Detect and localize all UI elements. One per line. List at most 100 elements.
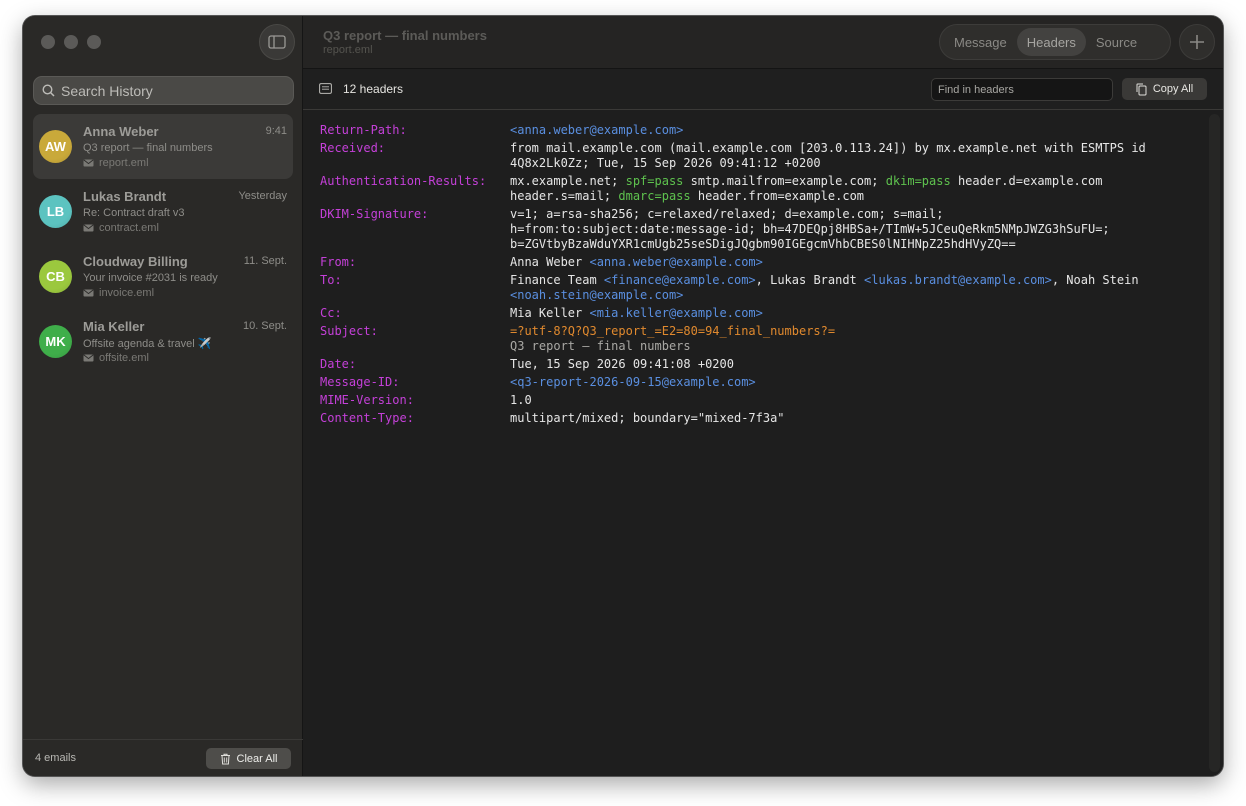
header-value-part: mx.example.net; xyxy=(510,174,626,188)
header-value-part: , Noah Stein xyxy=(1051,273,1146,287)
email-filename: report.eml xyxy=(99,157,149,169)
search-icon xyxy=(42,84,55,97)
header-value-part: Finance Team xyxy=(510,273,604,287)
tab-source[interactable]: Source xyxy=(1086,28,1147,56)
email-subject: Offsite agenda & travel ✈️ xyxy=(83,338,212,350)
email-address-link[interactable]: <q3-report-2026-09-15@example.com> xyxy=(510,375,756,389)
app-window: AW Anna Weber 9:41 Q3 report — final number… xyxy=(23,16,1223,776)
email-address-link[interactable]: <anna.weber@example.com> xyxy=(510,123,683,137)
header-value: <q3-report-2026-09-15@example.com> xyxy=(510,375,1180,390)
list-icon xyxy=(319,83,332,94)
header-value: from mail.example.com (mail.example.com … xyxy=(510,141,1180,171)
header-value-part: 1.0 xyxy=(510,393,532,407)
header-row: Authentication-Results: mx.example.net; s… xyxy=(320,174,1200,204)
tab-message[interactable]: Message xyxy=(944,28,1017,56)
header-row: Content-Type: multipart/mixed; boundary="… xyxy=(320,411,1200,426)
email-count: 4 emails xyxy=(35,752,76,764)
scrollbar[interactable] xyxy=(1209,114,1220,772)
email-address-link[interactable]: <anna.weber@example.com> xyxy=(589,255,762,269)
clear-all-button[interactable]: Clear All xyxy=(206,748,291,769)
header-row: Cc: Mia Keller <mia.keller@example.com> xyxy=(320,306,1200,321)
tab-headers[interactable]: Headers xyxy=(1016,28,1086,56)
header-value-part: smtp.mailfrom=example.com; xyxy=(683,174,886,188)
email-time: 9:41 xyxy=(265,125,287,137)
header-name: Subject: xyxy=(320,324,378,338)
email-file: report.eml xyxy=(83,157,149,169)
header-row: From: Anna Weber <anna.weber@example.com> xyxy=(320,255,1200,270)
add-button[interactable] xyxy=(1179,24,1215,60)
clear-all-label: Clear All xyxy=(236,752,278,765)
email-time: 10. Sept. xyxy=(242,320,287,332)
copy-all-button[interactable]: Copy All xyxy=(1122,78,1207,100)
copy-icon xyxy=(1136,83,1147,95)
header-value: Mia Keller <mia.keller@example.com> xyxy=(510,306,1180,321)
header-value-part: Anna Weber xyxy=(510,255,590,269)
email-time: Yesterday xyxy=(238,190,287,202)
search-field[interactable] xyxy=(33,76,294,105)
minimize-window-button[interactable] xyxy=(64,35,78,49)
zoom-window-button[interactable] xyxy=(87,35,101,49)
header-value-part: dmarc=pass xyxy=(618,189,691,203)
envelope-icon xyxy=(83,224,94,232)
header-value-part: =?utf-8?Q?Q3_report_=E2=80=94_final_numb… xyxy=(510,324,836,338)
email-file: offsite.eml xyxy=(83,352,149,364)
avatar: LB xyxy=(39,195,72,228)
avatar: MK xyxy=(39,325,72,358)
header-name: To: xyxy=(320,273,342,287)
email-history-list: AW Anna Weber 9:41 Q3 report — final number… xyxy=(33,114,293,374)
header-value: multipart/mixed; boundary="mixed-7f3a" xyxy=(510,411,1180,426)
header-name: DKIM-Signature: xyxy=(320,207,429,221)
header-value: Anna Weber <anna.weber@example.com> xyxy=(510,255,1180,270)
sidebar-toggle-button[interactable] xyxy=(259,24,295,60)
header-name: Content-Type: xyxy=(320,411,414,425)
email-address-link[interactable]: <lukas.brandt@example.com> xyxy=(864,273,1052,287)
headers-table: Return-Path: <anna.weber@example.com> Rece… xyxy=(320,123,1200,429)
header-value-part: header.from=example.com xyxy=(690,189,865,203)
email-list-item[interactable]: AW Anna Weber 9:41 Q3 report — final number… xyxy=(33,114,293,179)
header-name: Authentication-Results: xyxy=(320,174,487,188)
search-input[interactable] xyxy=(61,82,281,99)
envelope-icon xyxy=(83,354,94,362)
header-value-part: dkim=pass xyxy=(885,174,951,188)
sender-name: Lukas Brandt xyxy=(83,189,167,204)
header-value-part: , Lukas Brandt xyxy=(755,273,865,287)
header-row: Return-Path: <anna.weber@example.com> xyxy=(320,123,1200,138)
envelope-icon xyxy=(83,159,94,167)
email-filename: invoice.eml xyxy=(99,287,155,299)
header-value: v=1; a=rsa-sha256; c=relaxed/relaxed; d=… xyxy=(510,207,1180,252)
email-file: contract.eml xyxy=(83,222,159,234)
header-value-part: multipart/mixed; boundary="mixed-7f3a" xyxy=(510,411,785,425)
find-in-headers-input[interactable] xyxy=(931,78,1113,101)
header-name: Cc: xyxy=(320,306,342,320)
header-value: <anna.weber@example.com> xyxy=(510,123,1180,138)
email-list-item[interactable]: LB Lukas Brandt Yesterday Re: Contract draf… xyxy=(33,179,293,244)
sidebar-icon xyxy=(268,35,286,49)
window-controls xyxy=(41,35,101,49)
header-name: Message-ID: xyxy=(320,375,400,389)
sender-name: Cloudway Billing xyxy=(83,254,188,269)
close-window-button[interactable] xyxy=(41,35,55,49)
email-list-item[interactable]: MK Mia Keller 10. Sept. Offsite agenda & tr… xyxy=(33,309,293,374)
main-pane: Q3 report — final numbers report.eml Mes… xyxy=(303,16,1223,776)
header-name: Return-Path: xyxy=(320,123,407,137)
email-address-link[interactable]: <finance@example.com> xyxy=(604,273,756,287)
header-row: MIME-Version: 1.0 xyxy=(320,393,1200,408)
header-name: Date: xyxy=(320,357,357,371)
header-row: Subject: =?utf-8?Q?Q3_report_=E2=80=94_fi… xyxy=(320,324,1200,354)
titlebar: Q3 report — final numbers report.eml Mes… xyxy=(303,16,1223,69)
window-subtitle: report.eml xyxy=(323,44,373,56)
email-file: invoice.eml xyxy=(83,287,154,299)
header-row: Message-ID: <q3-report-2026-09-15@example… xyxy=(320,375,1200,390)
email-list-item[interactable]: CB Cloudway Billing 11. Sept. Your invoice … xyxy=(33,244,293,309)
email-subject: Your invoice #2031 is ready xyxy=(83,272,218,284)
header-value: mx.example.net; spf=pass smtp.mailfrom=e… xyxy=(510,174,1180,204)
header-row: Received: from mail.example.com (mail.exa… xyxy=(320,141,1200,171)
email-subject: Q3 report — final numbers xyxy=(83,142,213,154)
email-address-link[interactable]: <mia.keller@example.com> xyxy=(589,306,762,320)
email-subject: Re: Contract draft v3 xyxy=(83,207,185,219)
window-title: Q3 report — final numbers xyxy=(323,28,487,43)
header-value: Finance Team <finance@example.com>, Luka… xyxy=(510,273,1180,303)
trash-icon xyxy=(220,753,230,764)
sender-name: Anna Weber xyxy=(83,124,159,139)
email-address-link[interactable]: <noah.stein@example.com> xyxy=(510,288,683,302)
